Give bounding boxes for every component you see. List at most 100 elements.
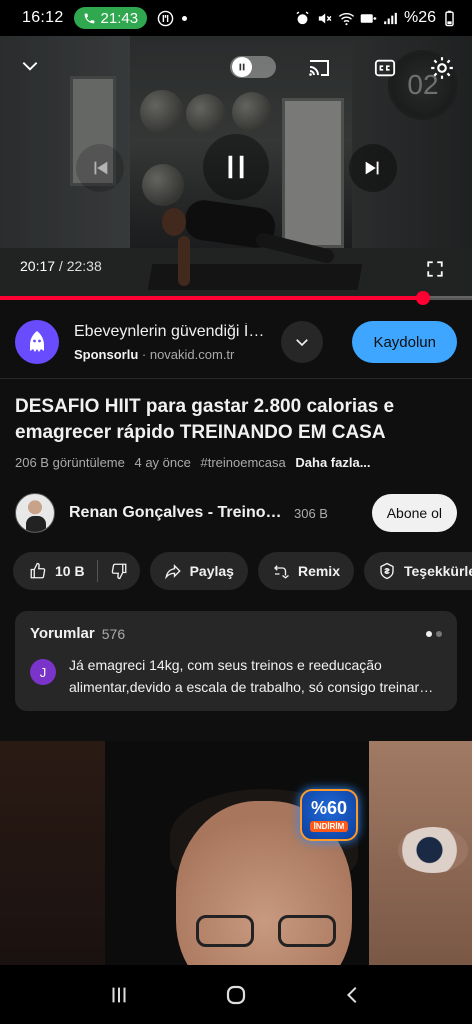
video-title[interactable]: DESAFIO HIIT para gastar 2.800 calorias … — [15, 394, 455, 446]
notification-dot — [182, 15, 188, 21]
signal-icon — [384, 12, 397, 24]
phone-icon — [84, 13, 94, 23]
video-player[interactable]: 02 20:17 / 22:38 — [0, 36, 472, 298]
discount-word: İNDİRİM — [309, 821, 349, 832]
fullscreen-button[interactable] — [422, 256, 448, 282]
skip-previous-icon — [94, 161, 108, 175]
ad-expand-button[interactable] — [281, 321, 323, 363]
super-thanks-icon — [380, 562, 394, 580]
alarm-icon — [296, 11, 309, 24]
meta-separator: · — [138, 346, 150, 362]
thanks-button[interactable]: Teşekkürler — [363, 552, 472, 590]
pause-icon — [239, 63, 245, 71]
recent-apps-icon — [112, 987, 126, 1002]
captions-button[interactable] — [368, 54, 402, 82]
next-video-button[interactable] — [349, 144, 397, 192]
discount-percent: %60 — [310, 798, 348, 818]
mute-icon — [318, 13, 332, 23]
seek-bar[interactable] — [0, 291, 472, 305]
dislike-button[interactable] — [110, 562, 128, 580]
like-count: 10 B — [55, 563, 85, 579]
seek-bar-progress — [0, 296, 423, 300]
back-icon — [347, 986, 357, 1003]
settings-button[interactable] — [426, 52, 458, 84]
pager-dot — [436, 630, 442, 637]
ad-domain: novakid.com.tr — [149, 346, 235, 362]
status-time: 16:12 — [22, 9, 64, 26]
autoplay-knob — [232, 57, 252, 77]
thumbnail-glasses — [196, 915, 336, 947]
previous-video-button[interactable] — [76, 144, 124, 192]
discount-badge: %60 İNDİRİM — [300, 789, 358, 841]
pager-dot — [426, 630, 432, 637]
recent-apps-button[interactable] — [99, 975, 139, 1015]
comments-title: Yorumlar — [30, 625, 95, 642]
status-bar: 16:12 21:43 %26 — [0, 0, 472, 36]
comments-preview[interactable]: Yorumlar 576 J Já emagreci 14kg, com seu… — [15, 611, 457, 711]
home-button[interactable] — [216, 975, 256, 1015]
comment-avatar: J — [30, 659, 56, 685]
thanks-label: Teşekkürler — [403, 563, 472, 579]
channel-name[interactable]: Renan Gonçalves - Treino… — [69, 504, 284, 522]
channel-avatar[interactable] — [15, 493, 55, 533]
battery-icon — [445, 10, 454, 26]
sponsored-ad[interactable]: Ebeveynlerin güvendiği İ… Sponsorlu · no… — [0, 312, 472, 372]
like-button[interactable]: 10 B — [29, 562, 85, 580]
time-separator: / — [55, 258, 67, 274]
cast-icon — [309, 60, 329, 76]
ongoing-call-pill[interactable]: 21:43 — [73, 7, 148, 29]
remix-label: Remix — [297, 563, 340, 579]
wifi-icon — [338, 12, 355, 25]
minimize-player-button[interactable] — [14, 50, 46, 82]
like-dislike-chip: 10 B — [13, 552, 140, 590]
play-pause-button[interactable] — [203, 134, 269, 200]
autoplay-toggle[interactable] — [230, 56, 276, 78]
hashtag[interactable]: #treinoemcasa — [200, 455, 285, 470]
video-actions: 10 B Paylaş Remix Teşekkürler — [13, 552, 472, 590]
show-more-link[interactable]: Daha fazla... — [295, 455, 370, 470]
skip-next-icon — [365, 161, 379, 175]
gear-icon — [431, 57, 453, 79]
like-divider — [96, 560, 98, 582]
thumbs-down-icon — [111, 563, 127, 580]
system-nav-bar — [0, 965, 472, 1024]
thumbs-up-icon — [30, 562, 46, 579]
fullscreen-icon — [427, 261, 443, 277]
ad-title[interactable]: Ebeveynlerin güvendiği İ… — [74, 323, 269, 341]
hd-plus-icon — [360, 13, 377, 23]
time-display: 20:17 / 22:38 — [20, 258, 102, 274]
subscribe-button[interactable]: Abone ol — [371, 494, 457, 532]
divider — [0, 378, 472, 379]
chevron-down-icon — [296, 339, 308, 347]
chevron-down-icon — [22, 62, 38, 71]
sponsored-label: Sponsorlu — [74, 346, 139, 362]
thumbnail-panel — [0, 741, 105, 965]
call-duration: 21:43 — [100, 9, 139, 27]
comments-count: 576 — [101, 625, 126, 642]
advertiser-logo — [15, 320, 59, 364]
video-meta[interactable]: 206 B görüntüleme 4 ay önce #treinoemcas… — [15, 455, 377, 470]
cast-button[interactable] — [302, 54, 336, 82]
subscriber-count: 306 B — [294, 505, 328, 521]
advertiser-logo-icon — [30, 331, 44, 352]
upload-age: 4 ay önce — [134, 455, 191, 470]
channel-row[interactable]: Renan Gonçalves - Treino… 306 B Abone ol — [15, 492, 457, 534]
remix-button[interactable]: Remix — [257, 552, 354, 590]
share-icon — [164, 564, 181, 580]
total-duration: 22:38 — [66, 258, 102, 274]
seek-bar-handle[interactable] — [415, 291, 430, 305]
comments-pager — [426, 630, 442, 637]
share-button[interactable]: Paylaş — [149, 552, 248, 590]
pause-icon — [228, 155, 244, 179]
home-icon — [226, 985, 246, 1004]
back-button[interactable] — [333, 975, 373, 1015]
thumbnail-eye — [398, 827, 468, 873]
ad-signup-button[interactable]: Kaydolun — [352, 321, 457, 363]
share-label: Paylaş — [189, 563, 234, 579]
top-comment[interactable]: J Já emagreci 14kg, com seus treinos e r… — [30, 654, 442, 698]
next-video-thumbnail[interactable]: %60 İNDİRİM — [0, 741, 472, 965]
closed-captions-icon — [374, 59, 396, 77]
comment-text: Já emagreci 14kg, com seus treinos e ree… — [69, 657, 434, 695]
remix-icon — [273, 565, 289, 579]
battery-percent: %26 — [403, 9, 436, 26]
